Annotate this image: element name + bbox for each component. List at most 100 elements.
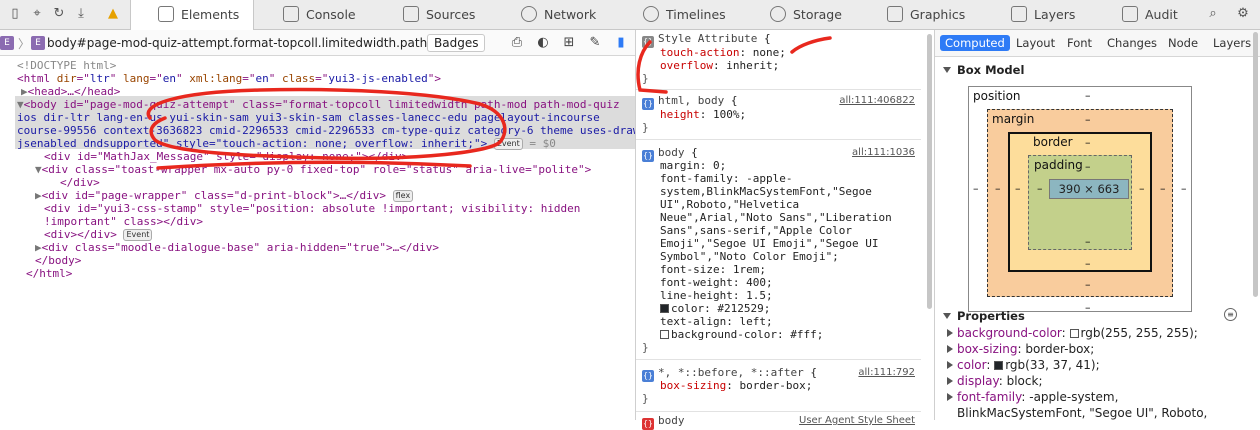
expand-icon[interactable] xyxy=(947,377,953,385)
style-decl: Emoji","Segoe UI Emoji","Segoe UI xyxy=(660,237,879,250)
property-row[interactable]: font-family: -apple-system, xyxy=(947,390,1118,406)
html-close-line[interactable]: </html> xyxy=(26,267,72,280)
color-swatch[interactable] xyxy=(660,330,669,339)
elements-icon xyxy=(158,6,174,22)
page-wrapper-line[interactable]: ▶<div id="page-wrapper" class="d-print-b… xyxy=(35,189,414,202)
body-line-2[interactable]: ios dir-ltr lang-en-us yui-skin-sam yui3… xyxy=(17,111,600,124)
style-decl[interactable]: text-align: left; xyxy=(660,315,773,329)
tab-changes[interactable]: Changes xyxy=(1107,36,1157,50)
box-model-header[interactable]: Box Model xyxy=(943,63,1024,77)
color-swatch[interactable] xyxy=(660,304,669,313)
style-decl[interactable]: line-height: 1.5; xyxy=(660,289,773,303)
color-picker-icon[interactable]: ✎ xyxy=(588,36,602,50)
graphics-icon xyxy=(887,6,903,22)
head-line[interactable]: ▶<head>…</head> xyxy=(21,85,120,98)
tab-layers[interactable]: Layers xyxy=(1213,36,1251,50)
audit-icon xyxy=(1122,6,1138,22)
expand-icon[interactable] xyxy=(947,329,953,337)
tab-audit[interactable]: Audit xyxy=(1122,0,1178,30)
style-decl[interactable]: overflow: inherit; xyxy=(660,59,779,73)
event-badge-2[interactable]: Event xyxy=(123,229,153,241)
source-link[interactable]: all:111:792 xyxy=(858,367,915,380)
style-decl[interactable]: box-sizing: border-box; xyxy=(660,379,812,393)
gear-icon[interactable]: ⚙ xyxy=(1236,7,1250,21)
tab-node[interactable]: Node xyxy=(1168,36,1198,50)
style-decl[interactable]: font-family: -apple- xyxy=(660,172,792,186)
toast-close-line[interactable]: </div> xyxy=(60,176,100,189)
tab-font[interactable]: Font xyxy=(1067,36,1092,50)
box-model-content[interactable]: 390 × 663 xyxy=(1049,179,1129,199)
style-decl: system,BlinkMacSystemFont,"Segoe xyxy=(660,185,872,198)
print-icon[interactable]: ⎙ xyxy=(510,36,524,50)
badges-button[interactable]: Badges xyxy=(427,34,486,52)
source-link[interactable]: User Agent Style Sheet xyxy=(799,415,915,428)
property-row[interactable]: background-color: rgb(255, 255, 255); xyxy=(947,326,1198,342)
tab-storage[interactable]: Storage xyxy=(770,0,842,30)
user-agent-rule: {} body User Agent Style Sheet xyxy=(642,414,915,430)
css-stamp-line-1[interactable]: <div id="yui3-css-stamp" style="position… xyxy=(44,202,580,215)
grid-icon[interactable]: ⊞ xyxy=(562,36,576,50)
dock-icon[interactable]: ▯ xyxy=(8,7,22,21)
html-body-rule: {} html, body { all:111:406822 height: 10… xyxy=(636,92,921,140)
style-decl[interactable]: background-color: #fff; xyxy=(660,328,823,342)
force-state-icon[interactable]: ◐ xyxy=(536,36,550,50)
color-swatch xyxy=(994,361,1004,370)
element-icon: E xyxy=(0,36,14,50)
style-decl[interactable]: margin: 0; xyxy=(660,159,726,173)
sidebar-toggle-icon[interactable]: ▮ xyxy=(614,36,628,50)
body-close-line[interactable]: </body> xyxy=(35,254,81,267)
expand-icon[interactable] xyxy=(947,345,953,353)
source-link[interactable]: all:111:1036 xyxy=(852,147,915,160)
tab-timelines[interactable]: Timelines xyxy=(643,0,726,30)
warning-icon[interactable]: ▲ xyxy=(106,7,120,21)
reload-icon[interactable]: ↻ xyxy=(52,7,66,21)
style-decl: UI",Roboto,"Helvetica xyxy=(660,198,800,211)
flex-badge[interactable]: flex xyxy=(392,190,414,202)
element-icon: E xyxy=(31,36,45,50)
chevron-right-icon: 〉 xyxy=(18,37,31,51)
tab-elements[interactable]: Elements xyxy=(130,0,254,30)
property-row[interactable]: box-sizing: border-box; xyxy=(947,342,1094,358)
style-decl: Symbol","Noto Color Emoji"; xyxy=(660,250,839,263)
style-decl[interactable]: font-size: 1rem; xyxy=(660,263,766,277)
tab-graphics[interactable]: Graphics xyxy=(887,0,965,30)
body-line-3[interactable]: course-99556 context-3636823 cmid-229653… xyxy=(17,124,659,137)
dialogue-base-line[interactable]: ▶<div class="moodle-dialogue-base" aria-… xyxy=(35,241,439,254)
style-decl: Sans",sans-serif,"Apple Color xyxy=(660,224,853,237)
sources-icon xyxy=(403,6,419,22)
property-row[interactable]: color: rgb(33, 37, 41); xyxy=(947,358,1100,374)
styles-scrollbar[interactable] xyxy=(926,32,934,420)
body-line-4[interactable]: jsenabled dndsupported" style="touch-act… xyxy=(17,137,556,150)
empty-div-line[interactable]: <div></div> Event xyxy=(44,228,153,241)
search-icon[interactable]: ⌕ xyxy=(1206,7,1220,21)
tab-layers[interactable]: Layers xyxy=(1011,0,1075,30)
expand-icon[interactable] xyxy=(947,361,953,369)
tab-layout[interactable]: Layout xyxy=(1016,36,1055,50)
filter-icon[interactable]: ≡ xyxy=(1224,308,1237,321)
inspect-icon[interactable]: ⌖ xyxy=(30,7,44,21)
event-badge[interactable]: Event xyxy=(493,138,523,150)
toast-wrapper-line[interactable]: ▼<div class="toast-wrapper mx-auto py-0 … xyxy=(35,163,591,176)
html-open-line[interactable]: <html dir="ltr" lang="en" xml:lang="en" … xyxy=(17,72,441,85)
tab-console[interactable]: Console xyxy=(283,0,356,30)
source-link[interactable]: all:111:406822 xyxy=(839,95,915,108)
style-decl[interactable]: font-weight: 400; xyxy=(660,276,773,290)
style-decl[interactable]: color: #212529; xyxy=(660,302,770,316)
mathjax-div-line[interactable]: <div id="MathJax_Message" style="display… xyxy=(44,150,408,163)
style-decl[interactable]: height: 100%; xyxy=(660,108,746,122)
properties-header[interactable]: Properties xyxy=(943,309,1025,323)
css-stamp-line-2[interactable]: !important" class></div> xyxy=(44,215,203,228)
tab-network[interactable]: Network xyxy=(521,0,596,30)
tab-computed[interactable]: Computed xyxy=(940,35,1010,51)
rule-selector: Style Attribute xyxy=(658,32,758,45)
sidebar-scrollbar[interactable] xyxy=(1252,32,1260,302)
breadcrumb-selector[interactable]: body#page-mod-quiz-attempt.format-topcol… xyxy=(47,36,462,50)
download-icon[interactable]: ⤓ xyxy=(74,7,88,21)
body-line-1[interactable]: ▼<body id="page-mod-quiz-attempt" class=… xyxy=(17,98,620,111)
style-decl[interactable]: touch-action: none; xyxy=(660,46,786,60)
expand-icon[interactable] xyxy=(947,393,953,401)
tab-sources[interactable]: Sources xyxy=(403,0,475,30)
doctype-line[interactable]: <!DOCTYPE html> xyxy=(17,59,116,72)
rule-icon: {} xyxy=(642,370,654,382)
property-row[interactable]: display: block; xyxy=(947,374,1043,390)
